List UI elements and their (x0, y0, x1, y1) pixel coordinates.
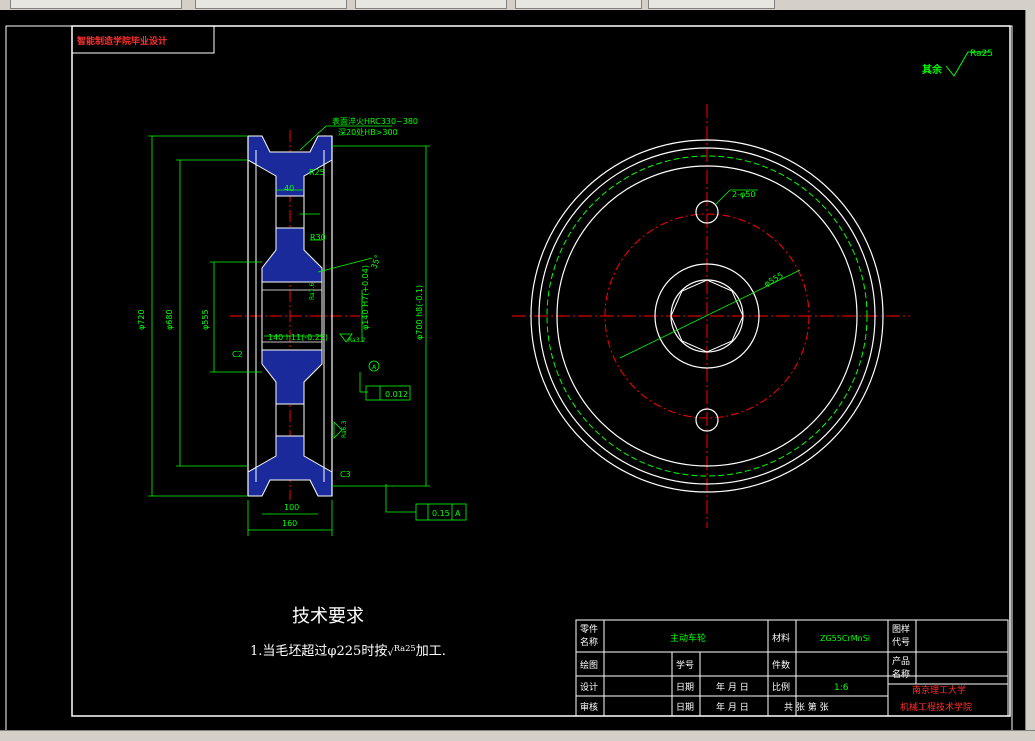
roughness-1: Ra3.2 (348, 337, 365, 344)
dim-c3: C3 (340, 470, 351, 479)
school-label: 智能制造学院毕业设计 (77, 37, 168, 47)
dim-hardness-depth: 深20处HB>300 (338, 127, 398, 137)
date-value-1: 年 月 日 (716, 681, 749, 693)
roughness-3: Ra1.6 (309, 283, 316, 300)
dim-runout: 0.15 (432, 509, 450, 518)
horizontal-scrollbar[interactable] (0, 730, 1035, 741)
label-product-name-1: 产品 (892, 655, 910, 667)
dim-r25: R25 (309, 168, 325, 177)
dim-140-h11: 140 h11(-0.25) (268, 333, 328, 342)
dim-40: 40 (284, 184, 294, 193)
label-drawn: 绘图 (580, 659, 598, 671)
tech-req-item-1: 1.当毛坯超过φ225时按√Ra25加工. (250, 640, 446, 659)
dim-100: 100 (284, 503, 299, 512)
label-design: 设计 (580, 681, 598, 693)
vertical-scrollbar[interactable] (1025, 10, 1035, 730)
toolbar-tab[interactable] (195, 0, 347, 9)
dim-phi555: φ555 (201, 309, 210, 330)
tech-req-item-1-pre: 1.当毛坯超过φ225时按 (250, 644, 388, 659)
tech-req-item-1-post: 加工. (415, 644, 446, 659)
label-qty: 件数 (772, 659, 790, 671)
label-date-2: 日期 (676, 702, 694, 713)
label-scale: 比例 (772, 681, 790, 693)
dim-holes: 2-φ50 (732, 190, 755, 199)
roughness-2: Ra6.3 (341, 421, 348, 438)
scale-value: 1:6 (834, 683, 849, 693)
sheet-border (5, 25, 1013, 733)
label-student-no: 学号 (676, 659, 694, 671)
dim-phi680: φ680 (165, 309, 174, 330)
university-name: 南京理工大学 (912, 684, 966, 696)
front-view: 2-φ50 φ555 (512, 104, 910, 528)
college-name: 机械工程技术学院 (900, 701, 972, 713)
tech-req-roughness-value: Ra25 (393, 642, 416, 653)
label-product-name-2: 名称 (892, 668, 910, 680)
label-part-name-1: 零件 (580, 623, 598, 635)
dim-phi555-front: φ555 (763, 271, 785, 289)
dim-angle: 35° (369, 254, 382, 270)
datum-a-bottom: A (455, 509, 461, 518)
label-drawing-code-1: 图样 (892, 623, 910, 635)
datum-a-top: A (372, 364, 377, 371)
label-date-1: 日期 (676, 682, 694, 693)
dim-surface-treatment: 表面淬火HRC330~380 (332, 116, 418, 126)
tech-req-title: 技术要求 (292, 606, 364, 627)
toolbar-tab[interactable] (10, 0, 182, 9)
dim-160: 160 (282, 519, 297, 528)
dim-phi700: φ700 h8(-0.1) (415, 285, 424, 340)
material-value: ZG55CrMnSi (820, 634, 870, 643)
part-name-value: 主动车轮 (670, 632, 706, 644)
tech-req-roughness: √Ra25 (387, 642, 416, 658)
label-review: 审核 (580, 701, 598, 713)
dim-flatness: 0.012 (385, 390, 408, 399)
label-part-name-2: 名称 (580, 636, 598, 648)
roughness-note-value: Ra25 (970, 49, 994, 59)
toolbar-tab[interactable] (648, 0, 775, 9)
label-drawing-code-2: 代号 (892, 637, 910, 648)
dim-140-h7: φ140 H7(+0.04) (361, 265, 370, 330)
toolbar-tab[interactable] (355, 0, 507, 9)
drawing-canvas[interactable]: 表面淬火HRC330~380 深20处HB>300 R25 40 R30 35°… (0, 10, 1025, 733)
label-material: 材料 (772, 632, 790, 644)
drawing-frame (71, 25, 1011, 717)
section-view: 表面淬火HRC330~380 深20处HB>300 R25 40 R30 35°… (137, 116, 467, 536)
dim-r30: R30 (310, 233, 326, 242)
dim-c2: C2 (232, 350, 243, 359)
title-block (575, 619, 1009, 717)
roughness-note-label: 其余 (922, 65, 942, 76)
dim-phi720: φ720 (137, 309, 146, 330)
date-value-2: 年 月 日 (716, 701, 749, 713)
toolbar-tab[interactable] (515, 0, 642, 9)
cad-drawing: 表面淬火HRC330~380 深20处HB>300 R25 40 R30 35°… (5, 25, 1013, 733)
sheets-value: 共 张 第 张 (784, 701, 829, 713)
